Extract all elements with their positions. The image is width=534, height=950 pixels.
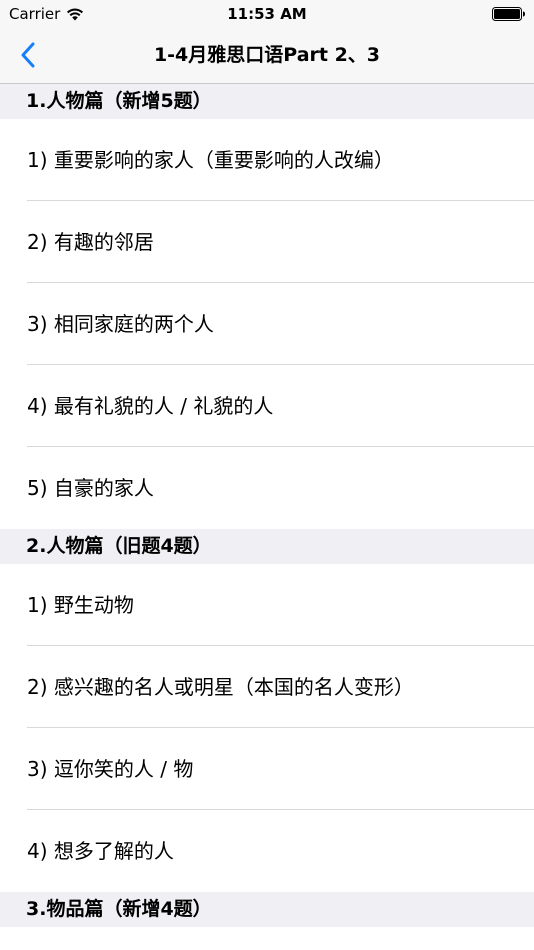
chevron-left-icon: [21, 42, 35, 68]
list-item[interactable]: 1) 野生动物: [0, 564, 534, 646]
list-item[interactable]: 5) 自豪的家人: [0, 447, 534, 529]
list-item-label: 3) 相同家庭的两个人: [27, 312, 214, 336]
list-item[interactable]: 4) 想多了解的人: [0, 810, 534, 892]
list-item[interactable]: 4) 最有礼貌的人 / 礼貌的人: [0, 365, 534, 447]
list-item[interactable]: 3) 逗你笑的人 / 物: [0, 728, 534, 810]
list-item-label: 1) 重要影响的家人（重要影响的人改编）: [27, 148, 394, 172]
navigation-bar: 1-4月雅思口语Part 2、3: [0, 28, 534, 84]
section-header-people-new: 1.人物篇（新增5题）: [0, 84, 534, 119]
list-item[interactable]: 1) 重要影响的家人（重要影响的人改编）: [0, 119, 534, 201]
list-item[interactable]: 2) 感兴趣的名人或明星（本国的名人变形）: [0, 646, 534, 728]
topic-list: 1.人物篇（新增5题） 1) 重要影响的家人（重要影响的人改编） 2) 有趣的邻…: [0, 84, 534, 927]
status-time: 11:53 AM: [227, 5, 307, 23]
list-item-label: 5) 自豪的家人: [27, 476, 154, 500]
back-button[interactable]: [10, 36, 46, 74]
list-item-label: 1) 野生动物: [27, 593, 134, 617]
list-item[interactable]: 3) 相同家庭的两个人: [0, 283, 534, 365]
list-item[interactable]: 2) 有趣的邻居: [0, 201, 534, 283]
list-item-label: 3) 逗你笑的人 / 物: [27, 757, 194, 781]
list-item-label: 2) 有趣的邻居: [27, 230, 154, 254]
list-item-label: 2) 感兴趣的名人或明星（本国的名人变形）: [27, 675, 414, 699]
battery-icon: [492, 7, 525, 21]
status-bar: Carrier 11:53 AM: [0, 0, 534, 28]
section-header-objects-new: 3.物品篇（新增4题）: [0, 892, 534, 927]
page-title: 1-4月雅思口语Part 2、3: [153, 44, 381, 66]
section-header-people-old: 2.人物篇（旧题4题）: [0, 529, 534, 564]
list-item-label: 4) 想多了解的人: [27, 839, 174, 863]
list-item-label: 4) 最有礼貌的人 / 礼貌的人: [27, 394, 274, 418]
